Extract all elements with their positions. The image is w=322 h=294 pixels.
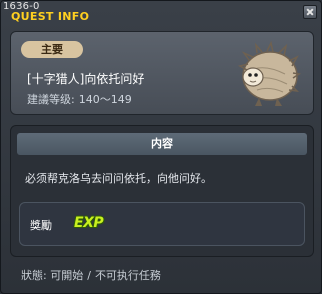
status-state: 可開始 <box>50 269 84 282</box>
status-label: 狀態: <box>21 269 47 282</box>
level-range: 140～149 <box>78 93 132 106</box>
quest-info-window: 1636-0 QUEST INFO 主要 [十字猎人]向依托问好 建議等级: 14… <box>0 0 322 294</box>
quest-detail-panel: 内容 必须帮克洛乌去问问依托，向他问好。 獎勵 EXP <box>10 125 314 257</box>
reward-label: 獎勵 <box>30 219 52 232</box>
recommended-level: 建議等级: 140～149 <box>27 91 132 107</box>
level-label: 建議等级: <box>27 93 75 106</box>
quest-summary-panel: 主要 [十字猎人]向依托问好 建議等级: 140～149 <box>10 31 314 115</box>
reward-box: 獎勵 EXP <box>19 202 305 246</box>
quest-description: 必须帮克洛乌去问问依托，向他问好。 <box>25 172 212 185</box>
content-header: 内容 <box>17 133 307 155</box>
window-title: QUEST INFO <box>11 10 90 23</box>
status-separator: / <box>87 269 91 282</box>
status-action: 不可执行任務 <box>94 269 161 282</box>
exp-reward-icon[interactable]: EXP <box>74 215 104 231</box>
quest-status: 狀態: 可開始 / 不可执行任務 <box>21 267 161 283</box>
quest-category-badge: 主要 <box>21 41 83 58</box>
quest-name: [十字猎人]向依托问好 <box>27 72 145 86</box>
close-button[interactable] <box>303 5 317 19</box>
hedgehog-npc-icon <box>238 40 301 106</box>
